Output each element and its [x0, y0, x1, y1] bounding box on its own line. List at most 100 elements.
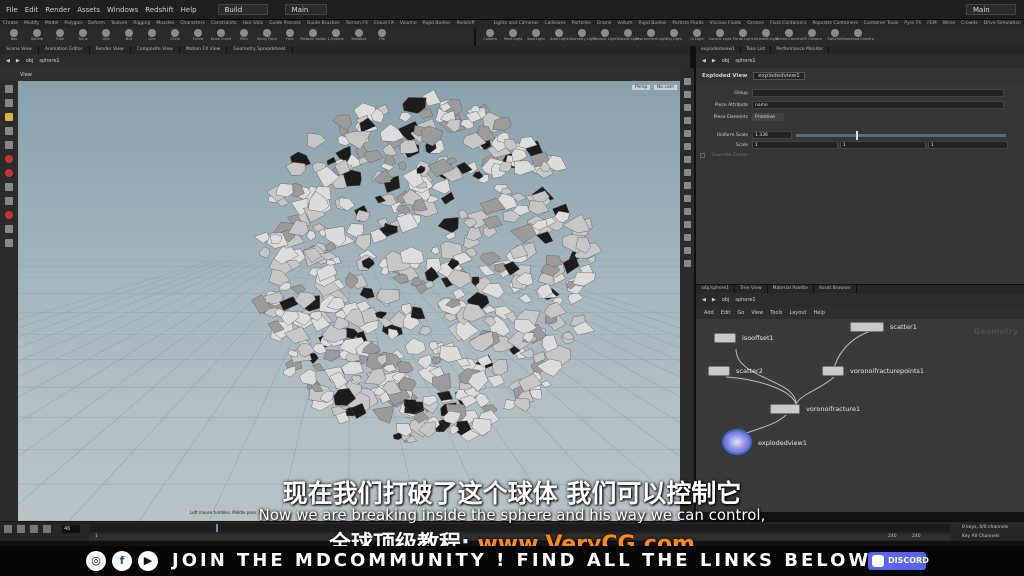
back-arrow-icon[interactable]: ◀ [702, 58, 706, 64]
shelf-tab[interactable]: Rigid Bodies [636, 20, 670, 28]
scale-x-field[interactable]: 1 [752, 141, 838, 149]
main-dropdown[interactable]: Main [284, 4, 327, 15]
shelf-tool[interactable]: Draw Curve [211, 28, 231, 46]
network-tab[interactable]: Material Palette [768, 285, 814, 293]
instagram-icon[interactable]: ◎ [86, 551, 106, 571]
node-isooffset1[interactable]: isooffset1 [714, 332, 774, 344]
node-scatter2[interactable]: scatter2 [708, 365, 763, 377]
shelf-tab[interactable]: Constraints [208, 20, 240, 28]
shelf-tool[interactable]: Geometry Light [568, 28, 596, 46]
group-field[interactable] [752, 89, 1004, 97]
param-path-obj[interactable]: obj [722, 58, 730, 64]
param-path-node[interactable]: sphere1 [735, 58, 755, 64]
shelf-tab[interactable]: Hair Utils [240, 20, 267, 28]
path-node[interactable]: sphere1 [39, 58, 59, 64]
net-path-obj[interactable]: obj [722, 297, 730, 303]
menu-render[interactable]: Render [45, 6, 70, 14]
forward-arrow-icon[interactable]: ▶ [712, 58, 716, 64]
flipbook-icon[interactable] [683, 234, 691, 241]
shelf-tab[interactable]: Viscous Fluids [707, 20, 745, 28]
facebook-icon[interactable]: f [112, 551, 132, 571]
pane-tab[interactable]: Scene View [0, 46, 39, 54]
eye-icon[interactable] [683, 208, 691, 215]
points-icon[interactable] [683, 130, 691, 137]
shelf-tool[interactable]: Null [119, 28, 139, 46]
move-tool-icon[interactable] [5, 155, 13, 163]
scale-y-field[interactable]: 1 [840, 141, 926, 149]
desktop-dropdown[interactable]: Build [217, 4, 268, 15]
network-tab[interactable]: /obj/sphere1 [696, 285, 736, 293]
lock-icon[interactable] [5, 141, 13, 149]
shelf-tool[interactable]: Environment Light [635, 28, 667, 46]
node-box[interactable] [714, 333, 736, 343]
network-menu-item[interactable]: Layout [790, 310, 807, 316]
shelf-tool[interactable]: Gamepad Camera [842, 28, 874, 46]
shelf-tab[interactable]: Oceans [744, 20, 767, 28]
pane-tab[interactable]: Animation Editor [39, 46, 90, 54]
shelf-tool[interactable]: L-System [326, 28, 346, 46]
node-box[interactable] [770, 404, 800, 414]
discord-button[interactable]: DISCORD [868, 552, 929, 570]
select-tool-icon[interactable] [5, 85, 13, 93]
shelf-tab[interactable]: Characters [177, 20, 208, 28]
shelf-tab[interactable]: Redshift [453, 20, 477, 28]
magnet-icon[interactable] [5, 211, 13, 219]
pose-tool-icon[interactable] [5, 127, 13, 135]
lights-icon[interactable] [683, 117, 691, 124]
shelf-tab[interactable]: Rigging [130, 20, 153, 28]
shelf-tab[interactable]: Grains [594, 20, 615, 28]
shelf-tab[interactable]: Populate Containers [809, 20, 860, 28]
snapshot-icon[interactable] [683, 221, 691, 228]
shelf-tool[interactable]: Volume Light [594, 28, 616, 46]
shelf-tool[interactable]: Line [142, 28, 162, 46]
menu-edit[interactable]: Edit [25, 6, 39, 14]
network-tab[interactable]: Tree View [735, 285, 768, 293]
shelf-tab[interactable]: Create [0, 20, 21, 28]
youtube-icon[interactable]: ▶ [138, 551, 158, 571]
node-explodedview1[interactable] [722, 429, 752, 455]
shelf-tab[interactable]: Modify [21, 20, 42, 28]
persp-menu[interactable]: Persp [632, 85, 651, 90]
desktop-right-dropdown[interactable]: Main [966, 4, 1016, 15]
pane-tab[interactable]: Motion FX View [180, 46, 228, 54]
render-region-icon[interactable] [5, 239, 13, 247]
shelf-tab[interactable]: Volume [397, 20, 420, 28]
pane-tab[interactable]: Composite View [131, 46, 180, 54]
shelf-tab[interactable]: Deform [85, 20, 108, 28]
forward-arrow-icon[interactable]: ▶ [712, 297, 716, 303]
view-tool-icon[interactable] [5, 99, 13, 107]
node-box[interactable] [850, 322, 884, 332]
shelf-tool[interactable]: Stereo Camera [776, 28, 802, 46]
pane-tab[interactable]: Geometry Spreadsheet [227, 46, 293, 54]
shelf-tool[interactable]: VR Camera [802, 28, 822, 46]
shelf-tab[interactable]: Texture [108, 20, 130, 28]
grid-toggle-icon[interactable] [683, 169, 691, 176]
node-voronoifracture1[interactable]: voronoifracture1 [770, 403, 860, 415]
shelf-tab[interactable]: Drive Simulation [981, 20, 1024, 28]
shelf-tool[interactable]: Spot Light [526, 28, 546, 46]
menu-redshift[interactable]: Redshift [145, 6, 173, 14]
network-menu-item[interactable]: Tools [770, 310, 782, 316]
shelf-tool[interactable]: Font [280, 28, 300, 46]
param-tab[interactable]: Performance Monitor [771, 46, 830, 54]
shelf-tool[interactable]: Path [234, 28, 254, 46]
shelf-tab[interactable]: Particles [569, 20, 594, 28]
back-arrow-icon[interactable]: ◀ [702, 297, 706, 303]
scale-tool-icon[interactable] [5, 183, 13, 191]
shelf-tool[interactable]: Point Light [503, 28, 523, 46]
shelf-tool[interactable]: Box [4, 28, 24, 46]
scale-z-field[interactable]: 1 [928, 141, 1008, 149]
net-path-node[interactable]: sphere1 [735, 297, 755, 303]
network-menu-item[interactable]: Edit [721, 310, 731, 316]
grid-icon[interactable] [5, 225, 13, 233]
shelf-tab[interactable]: Particle Fluids [669, 20, 706, 28]
camera-menu[interactable]: No cam [654, 85, 678, 90]
scene-viewport[interactable]: Persp No cam Left mouse tumbles. Middle … [18, 81, 680, 521]
network-menu-item[interactable]: View [751, 310, 763, 316]
shelf-tool[interactable]: Sphere [27, 28, 47, 46]
handle-tool-icon[interactable] [5, 113, 13, 121]
uniform-scale-handle[interactable] [856, 130, 858, 140]
camera-icon[interactable] [683, 156, 691, 163]
shelf-tool[interactable]: Circle [165, 28, 185, 46]
piece-elements-menu[interactable]: Primitive [752, 113, 784, 121]
